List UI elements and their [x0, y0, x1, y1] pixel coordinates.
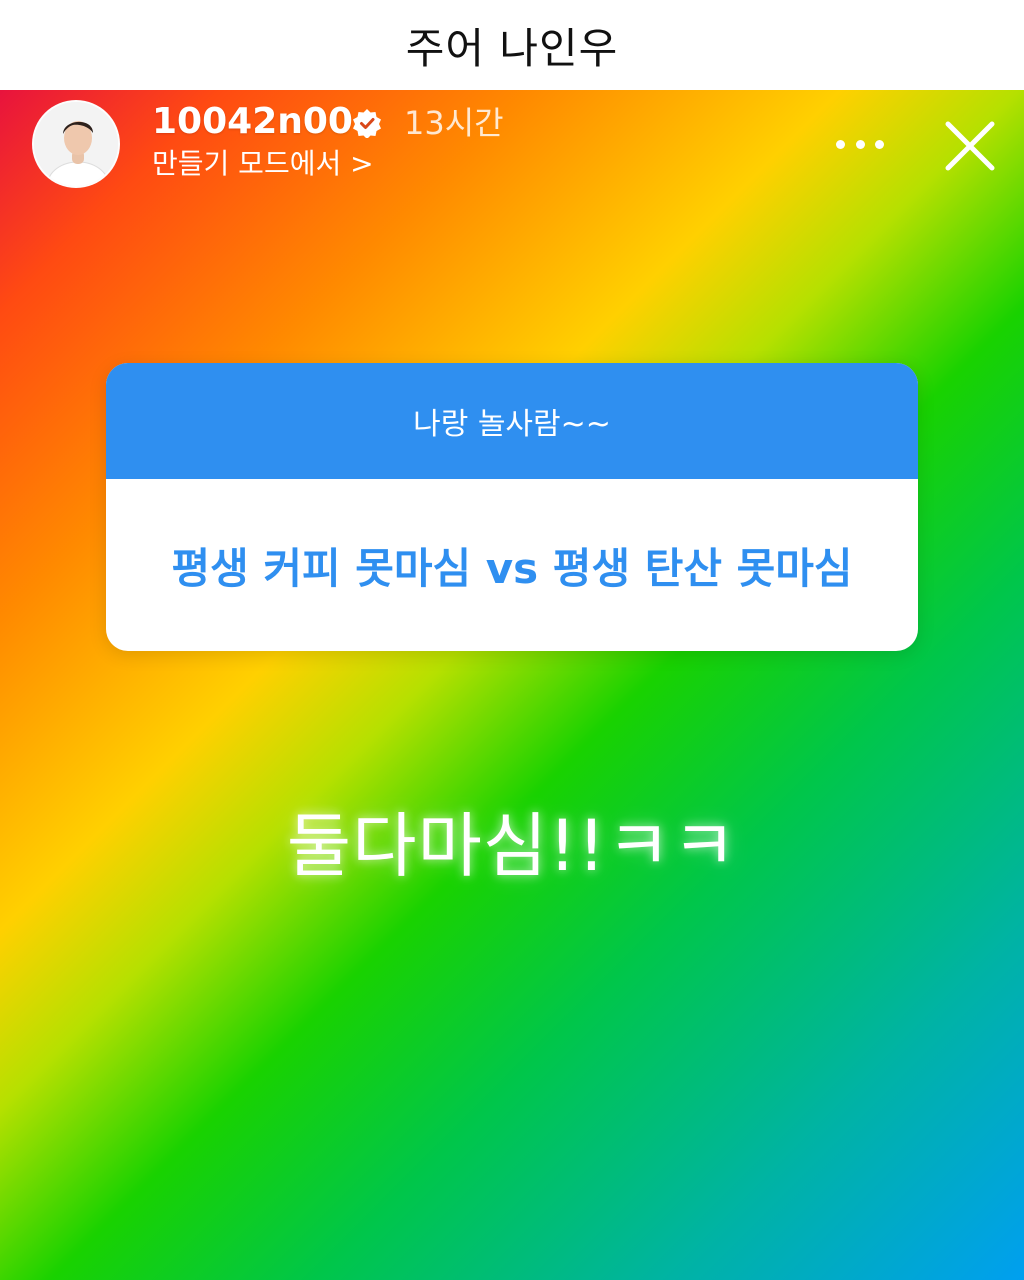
story-viewer[interactable]: 10042n00 13시간 만들기 모드에서 > 나랑 놀사람~~ 평생 커피 …	[0, 90, 1024, 1280]
story-username[interactable]: 10042n00	[152, 100, 353, 144]
question-card[interactable]: 나랑 놀사람~~ 평생 커피 못마심 vs 평생 탄산 못마심	[106, 363, 918, 651]
avatar[interactable]	[32, 100, 120, 188]
question-text: 평생 커피 못마심 vs 평생 탄산 못마심	[171, 543, 853, 593]
question-prompt: 나랑 놀사람~~	[106, 363, 918, 479]
avatar-image	[34, 102, 118, 186]
story-subtitle-link[interactable]: 만들기 모드에서 >	[152, 146, 374, 182]
story-timestamp: 13시간	[404, 104, 504, 142]
page: 주어 나인우 10042n00 13시간 만들기 모드에서 > 나랑 놀사람~~	[0, 0, 1024, 1280]
answer-text: 둘다마심!!ㅋㅋ	[286, 805, 738, 887]
verified-badge-icon	[353, 109, 381, 138]
post-caption: 주어 나인우	[0, 0, 1024, 90]
close-icon[interactable]	[938, 114, 1002, 178]
more-horizontal-icon[interactable]	[836, 132, 884, 156]
